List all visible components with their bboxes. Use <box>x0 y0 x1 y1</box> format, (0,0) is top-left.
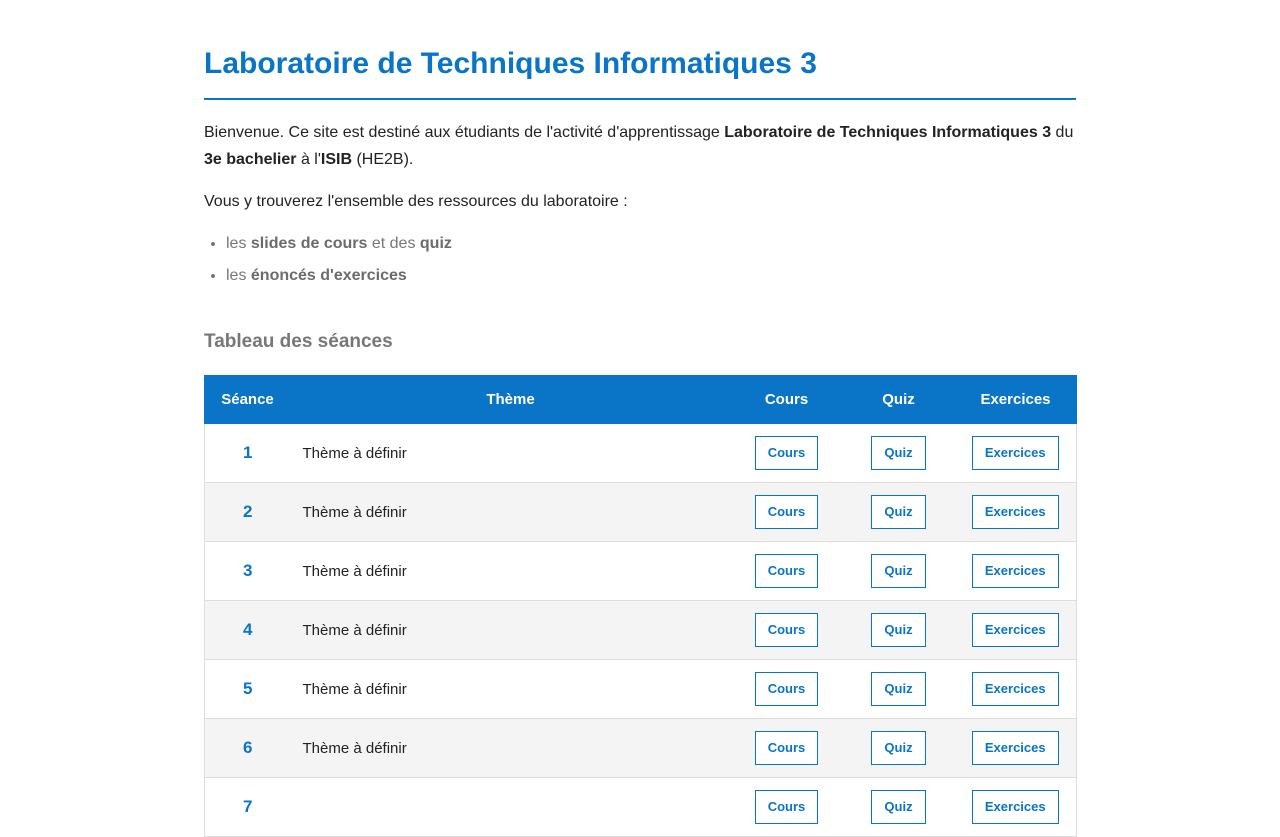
session-number: 3 <box>204 541 291 601</box>
resource-slides-label: slides de cours <box>250 235 368 252</box>
intro-text-4: (HE2B). <box>352 151 414 168</box>
session-number: 5 <box>204 659 291 719</box>
quiz-button[interactable]: Quiz <box>871 495 926 529</box>
intro-text-1: Bienvenue. Ce site est destiné aux étudi… <box>204 124 725 141</box>
quiz-button[interactable]: Quiz <box>871 436 926 470</box>
session-theme: Thème à définir <box>290 600 731 660</box>
header-seance: Séance <box>204 375 291 424</box>
exercices-button[interactable]: Exercices <box>971 554 1059 588</box>
intro-paragraph: Bienvenue. Ce site est destiné aux étudi… <box>204 119 1076 173</box>
table-header-row: Séance Thème Cours Quiz Exercices <box>204 375 1077 424</box>
quiz-button[interactable]: Quiz <box>871 672 926 706</box>
session-theme: Thème à définir <box>290 482 731 542</box>
exercices-button[interactable]: Exercices <box>971 436 1059 470</box>
resource-prefix: les <box>226 267 251 284</box>
header-exercices: Exercices <box>954 375 1077 424</box>
intro-school: ISIB <box>320 151 353 168</box>
session-theme: Thème à définir <box>290 659 731 719</box>
table-row: 4 Thème à définir Cours Quiz Exercices <box>204 600 1077 660</box>
table-row: 7 Cours Quiz Exercices <box>204 777 1077 837</box>
header-theme: Thème <box>290 375 731 424</box>
session-number: 7 <box>204 777 291 837</box>
resource-middle: et des <box>367 235 420 252</box>
exercices-button[interactable]: Exercices <box>971 790 1059 824</box>
quiz-button[interactable]: Quiz <box>871 790 926 824</box>
sessions-table: Séance Thème Cours Quiz Exercices 1 Thèm… <box>204 375 1077 837</box>
resource-prefix: les <box>226 235 251 252</box>
cours-button[interactable]: Cours <box>754 554 819 588</box>
resource-item-exercises: les énoncés d'exercices <box>226 262 452 294</box>
table-row: 1 Thème à définir Cours Quiz Exercices <box>204 423 1077 483</box>
exercices-button[interactable]: Exercices <box>971 613 1059 647</box>
table-row: 5 Thème à définir Cours Quiz Exercices <box>204 659 1077 719</box>
quiz-button[interactable]: Quiz <box>871 731 926 765</box>
resource-exercises-label: énoncés d'exercices <box>250 267 407 284</box>
table-row: 3 Thème à définir Cours Quiz Exercices <box>204 541 1077 601</box>
title-divider <box>204 98 1076 100</box>
sessions-table-wrapper: Séance Thème Cours Quiz Exercices 1 Thèm… <box>204 375 1077 837</box>
session-theme <box>290 777 731 837</box>
header-quiz: Quiz <box>842 375 955 424</box>
quiz-button[interactable]: Quiz <box>871 554 926 588</box>
intro-level: 3e bachelier <box>204 151 297 168</box>
session-theme: Thème à définir <box>290 541 731 601</box>
exercices-button[interactable]: Exercices <box>971 672 1059 706</box>
intro-course-name: Laboratoire de Techniques Informatiques … <box>724 124 1052 141</box>
session-number: 1 <box>204 423 291 483</box>
resources-intro: Vous y trouverez l'ensemble des ressourc… <box>204 193 628 210</box>
table-row: 6 Thème à définir Cours Quiz Exercices <box>204 718 1077 778</box>
resources-list: les slides de cours et des quiz les énon… <box>204 230 452 294</box>
quiz-button[interactable]: Quiz <box>871 613 926 647</box>
exercices-button[interactable]: Exercices <box>971 731 1059 765</box>
intro-text-3: à l' <box>296 151 321 168</box>
table-row: 2 Thème à définir Cours Quiz Exercices <box>204 482 1077 542</box>
session-number: 6 <box>204 718 291 778</box>
cours-button[interactable]: Cours <box>754 731 819 765</box>
exercices-button[interactable]: Exercices <box>971 495 1059 529</box>
session-theme: Thème à définir <box>290 423 731 483</box>
cours-button[interactable]: Cours <box>754 436 819 470</box>
intro-text-2: du <box>1051 124 1074 141</box>
session-number: 2 <box>204 482 291 542</box>
cours-button[interactable]: Cours <box>754 613 819 647</box>
cours-button[interactable]: Cours <box>754 495 819 529</box>
sessions-section-title: Tableau des séances <box>204 331 393 352</box>
cours-button[interactable]: Cours <box>754 790 819 824</box>
page-title: Laboratoire de Techniques Informatiques … <box>204 47 817 80</box>
session-theme: Thème à définir <box>290 718 731 778</box>
header-cours: Cours <box>730 375 843 424</box>
resource-item-slides: les slides de cours et des quiz <box>226 230 452 262</box>
resource-quiz-label: quiz <box>419 235 452 252</box>
cours-button[interactable]: Cours <box>754 672 819 706</box>
session-number: 4 <box>204 600 291 660</box>
